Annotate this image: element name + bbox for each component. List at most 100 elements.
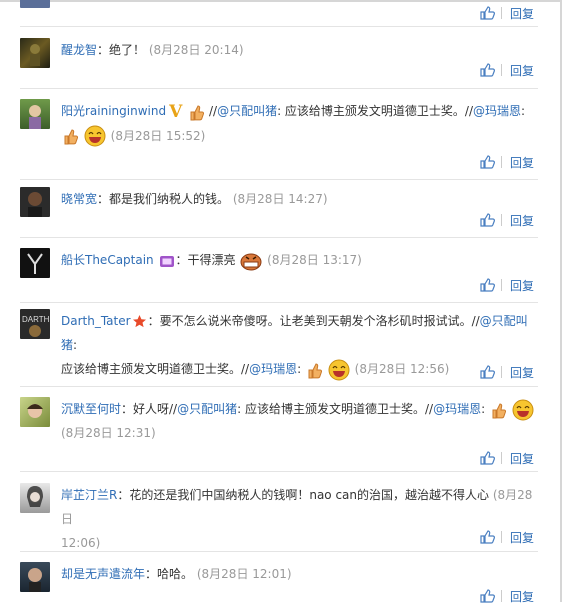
author-link[interactable]: 岸芷汀兰R	[61, 488, 117, 502]
like-icon[interactable]	[479, 212, 495, 228]
like-icon[interactable]	[479, 364, 495, 380]
comment-body: 却是无声遣流年：哈哈。 (8月28日 12:01)	[61, 562, 538, 586]
comment-text: ：好人呀//	[121, 402, 178, 416]
avatar[interactable]	[20, 38, 50, 68]
grinning-emoticon-icon	[240, 253, 262, 270]
separator	[20, 551, 538, 552]
avatar[interactable]	[20, 562, 50, 592]
reply-link[interactable]: 回复	[510, 364, 534, 381]
comment-text: :	[481, 402, 486, 416]
comment-body: 沉默至何时：好人呀//@只配叫猪: 应该给博主颁发文明道德卫士奖。//@玛瑞恩:…	[61, 397, 538, 445]
separator	[20, 302, 538, 303]
like-icon[interactable]	[479, 277, 495, 293]
comment-text: ：花的还是我们中国纳税人的钱啊！nao can的治国，越治越不得人心	[117, 488, 490, 502]
avatar[interactable]	[20, 248, 50, 278]
comment-time: (8月28日 20:14)	[148, 43, 244, 57]
thumbs-up-emoticon-icon	[492, 402, 506, 418]
reply-link[interactable]: 回复	[510, 450, 534, 467]
avatar[interactable]	[20, 187, 50, 217]
reply-link[interactable]: 回复	[510, 212, 534, 229]
separator	[20, 471, 538, 472]
avatar[interactable]	[20, 0, 50, 8]
author-link[interactable]: 却是无声遣流年	[61, 567, 145, 581]
reply-link[interactable]: 回复	[510, 277, 534, 294]
comment-text: :	[73, 338, 78, 352]
mention-link[interactable]: @玛瑞恩	[473, 104, 521, 118]
author-link[interactable]: 沉默至何时	[61, 402, 121, 416]
comment-time: (8月28日 13:17)	[267, 253, 362, 267]
comment-time: (8月28日 12:31)	[61, 426, 156, 440]
comment-text: ：绝了！	[97, 43, 146, 57]
comment-body: Darth_Tater ：要不怎么说米帝傻呀。让老美到天朝发个洛杉矶时报试试。//…	[61, 309, 538, 381]
separator	[20, 386, 538, 387]
comment-time: (8月28日 15:52)	[110, 128, 206, 143]
avatar[interactable]	[20, 483, 50, 513]
comment-time: (8月28日 14:27)	[232, 192, 328, 206]
action-divider	[500, 531, 502, 543]
action-divider	[500, 214, 502, 226]
comment-actions: 回复	[479, 450, 534, 466]
avatar[interactable]	[20, 397, 50, 427]
action-divider	[500, 64, 502, 76]
comment-text: //	[208, 104, 218, 118]
reply-link[interactable]: 回复	[510, 529, 534, 546]
reply-link[interactable]: 回复	[510, 154, 534, 171]
action-divider	[500, 279, 502, 291]
comment-actions: 回复	[479, 62, 534, 78]
action-divider	[500, 7, 502, 19]
comment-body: 船长TheCaptain ：干得漂亮 (8月28日 13:17)	[61, 248, 538, 272]
action-divider	[500, 366, 502, 378]
avatar[interactable]	[20, 99, 50, 129]
author-link[interactable]: 阳光raininginwind	[61, 104, 166, 118]
laughing-emoticon-icon	[512, 399, 534, 420]
mention-link[interactable]: @只配叫猪	[217, 104, 277, 118]
separator	[20, 26, 538, 27]
comment-time: (8月28日 12:56)	[354, 362, 450, 376]
comment-text: : 应该给博主颁发文明道德卫士奖。//	[237, 402, 434, 416]
separator	[20, 179, 538, 180]
laughing-emoticon-icon	[328, 359, 350, 380]
author-link[interactable]: 船长TheCaptain	[61, 253, 154, 267]
like-icon[interactable]	[479, 450, 495, 466]
comment-body: 阳光raininginwind V //@只配叫猪: 应该给博主颁发文明道德卫士奖…	[61, 99, 538, 148]
separator	[20, 88, 538, 89]
author-link[interactable]: 晓常宽	[61, 192, 97, 206]
star-badge-icon	[132, 315, 146, 328]
thumbs-up-emoticon-icon	[64, 129, 78, 145]
comment-body: 醒龙智：绝了！ (8月28日 20:14)	[61, 38, 538, 62]
action-divider	[500, 156, 502, 168]
comment-text: :	[297, 362, 302, 376]
author-link[interactable]: Darth_Tater	[61, 314, 131, 328]
author-link[interactable]: 醒龙智	[61, 43, 97, 57]
reply-link[interactable]: 回复	[510, 5, 534, 22]
comment-actions: 回复	[479, 529, 534, 545]
mention-link[interactable]: @玛瑞恩	[433, 402, 481, 416]
comment-text: ：干得漂亮	[175, 253, 236, 267]
comment-actions: 回复	[479, 5, 534, 21]
comment-body: 岸芷汀兰R：花的还是我们中国纳税人的钱啊！nao can的治国，越治越不得人心 …	[61, 483, 538, 555]
comment-text: :	[521, 104, 526, 118]
like-icon[interactable]	[479, 5, 495, 21]
window-top-border	[0, 0, 562, 2]
comment-body: 晓常宽：都是我们纳税人的钱。 (8月28日 14:27)	[61, 187, 538, 211]
action-divider	[500, 452, 502, 464]
separator	[20, 237, 538, 238]
mention-link[interactable]: @玛瑞恩	[249, 362, 297, 376]
action-divider	[500, 590, 502, 602]
like-icon[interactable]	[479, 154, 495, 170]
comment-time: 12:06)	[61, 536, 101, 550]
like-icon[interactable]	[479, 529, 495, 545]
comment-actions: 回复	[479, 154, 534, 170]
laughing-emoticon-icon	[84, 125, 106, 147]
mention-link[interactable]: @只配叫猪	[177, 402, 237, 416]
comment-text: 应该给博主颁发文明道德卫士奖。//	[61, 362, 250, 376]
thumbs-up-emoticon-icon	[190, 104, 205, 120]
avatar[interactable]: DARTH	[20, 309, 50, 339]
thumbs-up-emoticon-icon	[308, 362, 322, 378]
comment-actions: 回复	[479, 277, 534, 293]
comment-text: ：都是我们纳税人的钱。	[97, 192, 230, 206]
member-tv-icon	[159, 255, 174, 267]
like-icon[interactable]	[479, 62, 495, 78]
reply-link[interactable]: 回复	[510, 62, 534, 79]
comment-actions: 回复	[479, 212, 534, 228]
